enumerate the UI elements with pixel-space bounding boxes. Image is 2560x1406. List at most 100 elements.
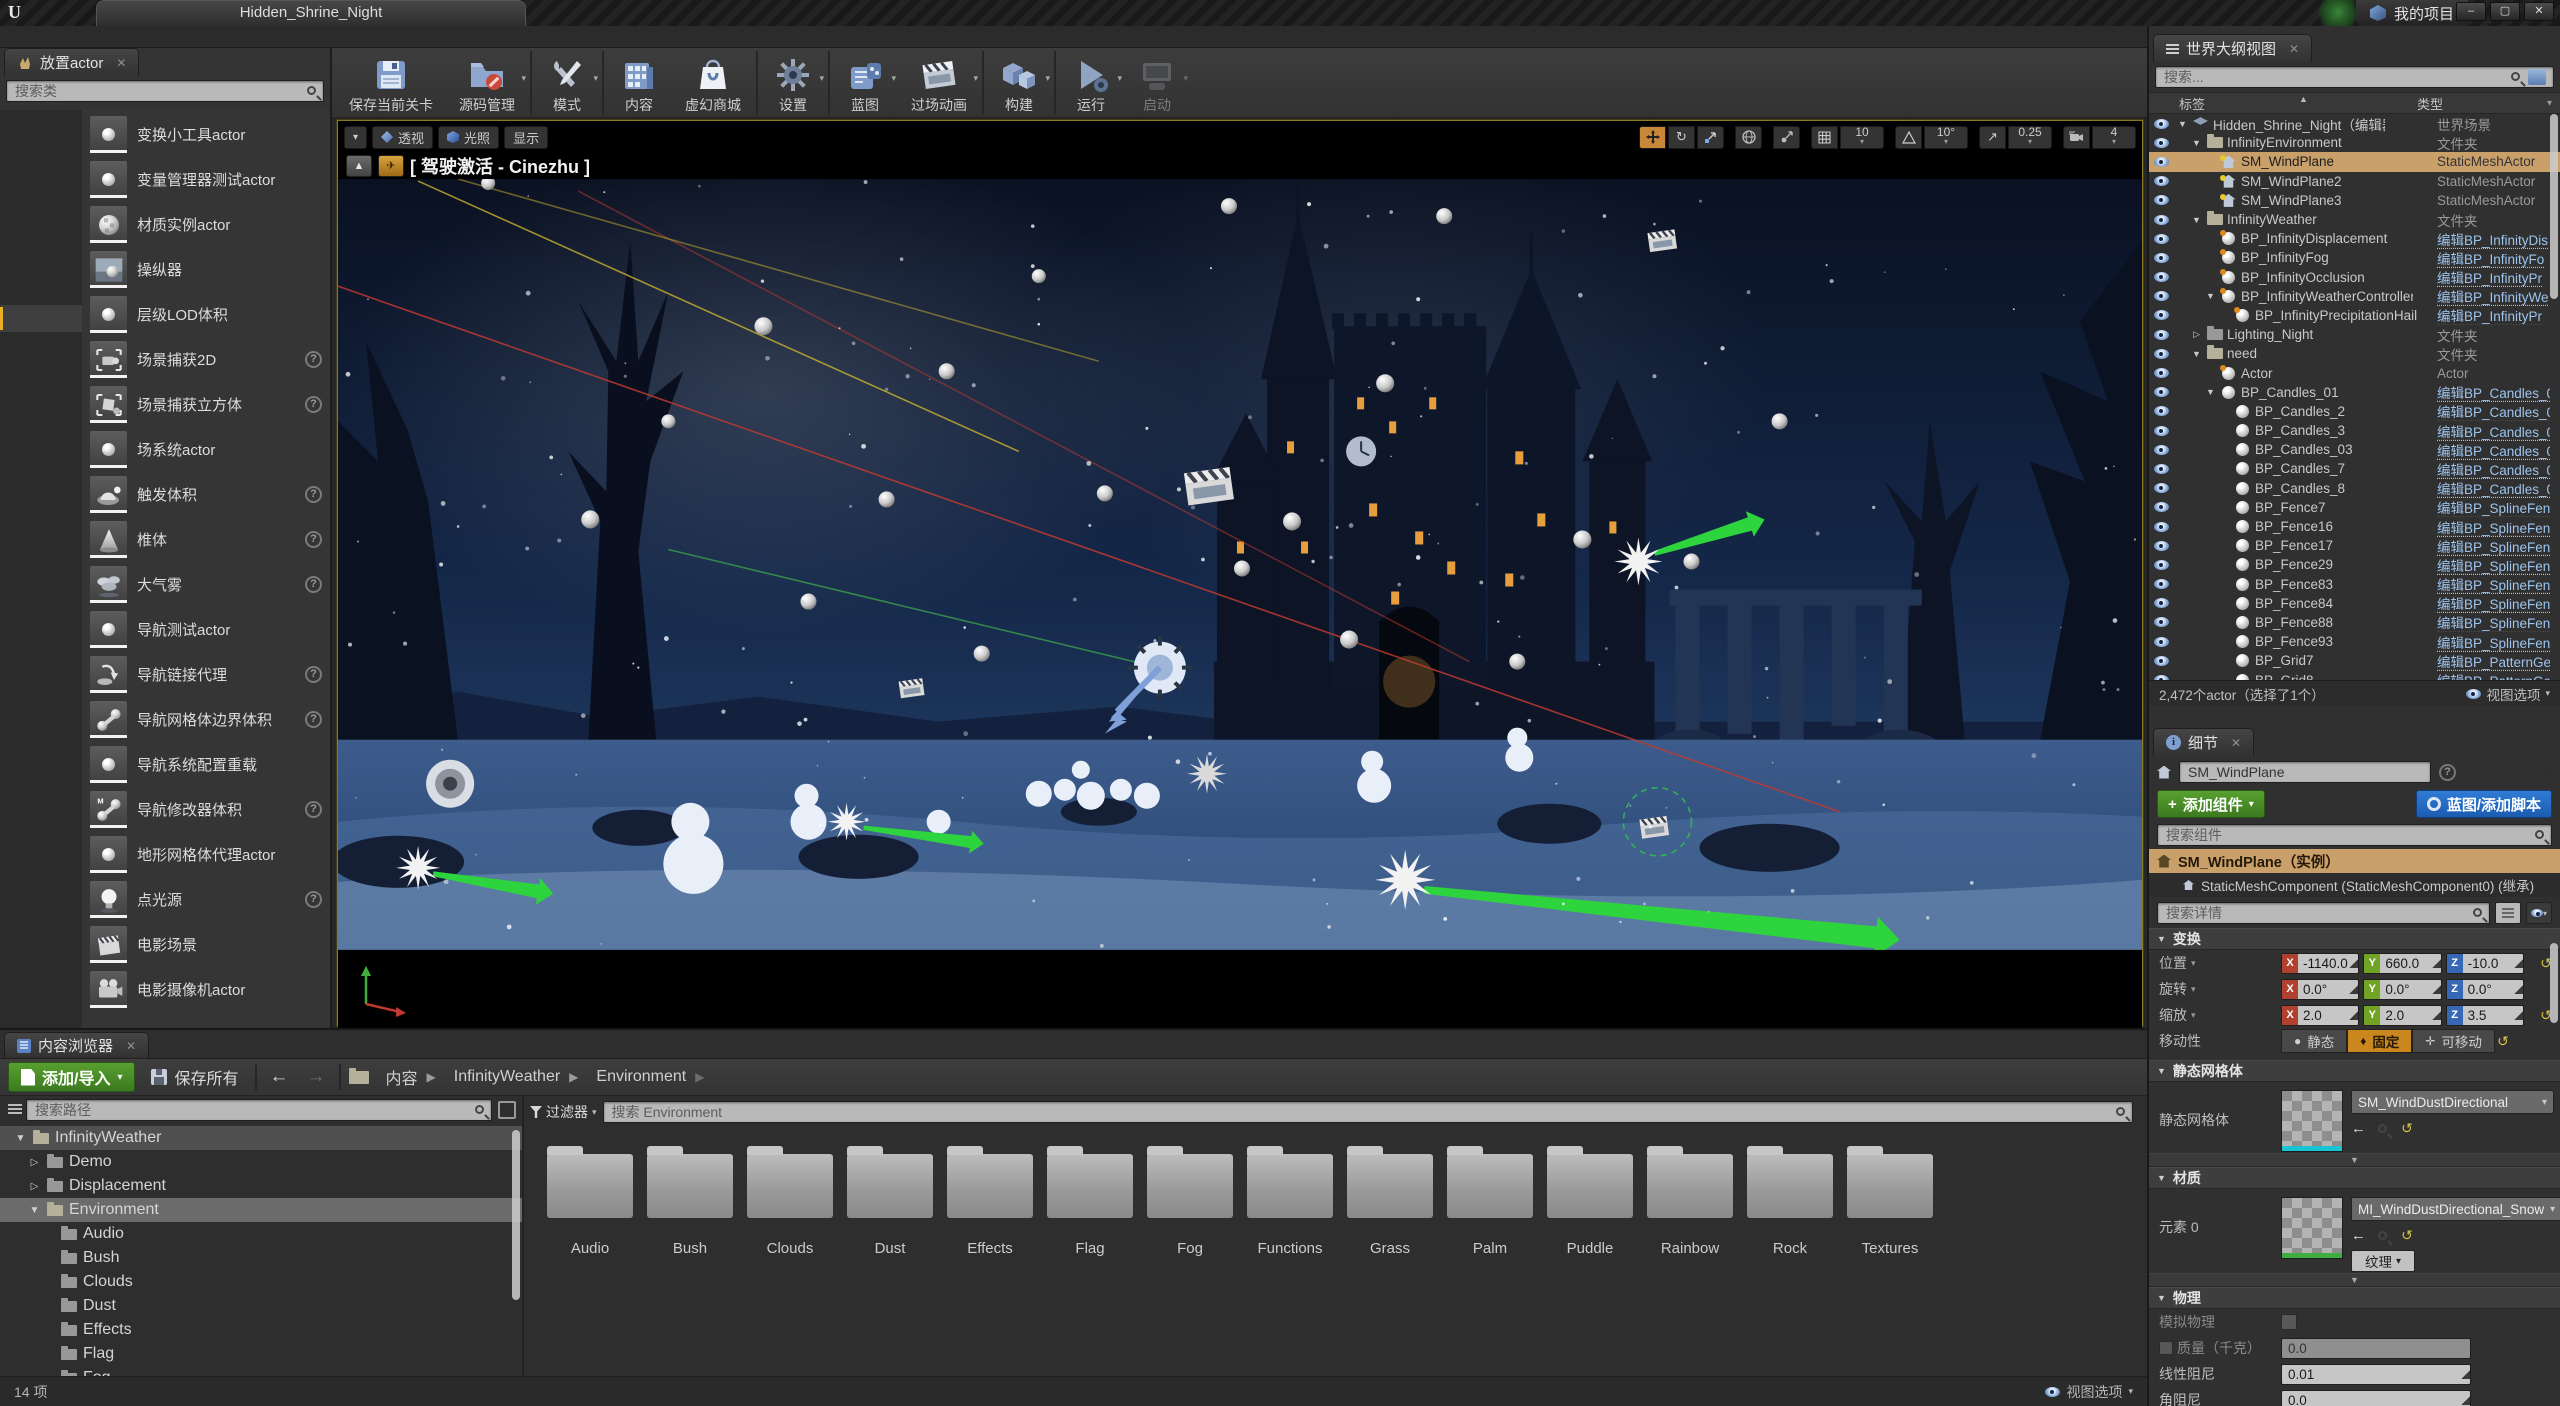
chevron-down-icon[interactable]: ▾	[1045, 73, 1050, 84]
place-actors-search-input[interactable]	[6, 80, 324, 102]
tree-folder-row[interactable]: ▷ Displacement	[0, 1174, 522, 1198]
outliner-column-header[interactable]: 标签 ▲ 类型 ▾	[2149, 92, 2560, 114]
y-value-field[interactable]: Y 660.0	[2363, 952, 2442, 974]
expander-icon[interactable]: ▼	[2191, 138, 2202, 148]
chevron-down-icon[interactable]: ▾	[1117, 73, 1122, 84]
outliner-row[interactable]: BP_InfinityPrecipitationHail 编辑BP_Infini…	[2149, 306, 2560, 325]
visibility-eye-icon[interactable]	[2154, 176, 2169, 187]
textures-button[interactable]: 纹理	[2351, 1250, 2415, 1272]
search-details-input[interactable]	[2157, 902, 2490, 924]
visibility-eye-icon[interactable]	[2154, 598, 2169, 609]
toolbar-button[interactable]: 内容 ▾	[602, 51, 672, 114]
outliner-row[interactable]: SM_WindPlane StaticMeshActor	[2149, 152, 2560, 172]
use-selected-icon[interactable]: ←	[2351, 1120, 2366, 1137]
breadcrumb-item[interactable]: Environment	[596, 1068, 686, 1086]
blueprint-add-script-button[interactable]: 蓝图/添加脚本	[2415, 790, 2552, 818]
folder-tile[interactable]: Palm	[1440, 1140, 1540, 1310]
filters-button[interactable]: 过滤器 ▾	[530, 1102, 597, 1122]
visibility-eye-icon[interactable]	[2154, 675, 2169, 680]
perspective-button[interactable]: 透视	[372, 125, 434, 149]
place-actor-item[interactable]: 层级LOD体积 ?	[82, 292, 330, 337]
scale-tool-button[interactable]	[1697, 125, 1724, 149]
scale-lock-icon[interactable]	[2527, 1006, 2541, 1019]
browse-icon[interactable]	[2378, 1124, 2387, 1133]
add-import-button[interactable]: 添加/导入 ▾	[8, 1062, 136, 1092]
toolbar-button[interactable]: 启动 ▾	[1124, 51, 1190, 114]
outliner-row[interactable]: BP_InfinityDisplacement 编辑BP_InfinityDis	[2149, 229, 2560, 248]
visibility-eye-icon[interactable]	[2154, 540, 2169, 551]
maximize-button[interactable]: ▢	[2490, 2, 2520, 21]
visibility-eye-icon[interactable]	[2154, 368, 2169, 379]
outliner-row[interactable]: BP_Fence93 编辑BP_SplineFen	[2149, 632, 2560, 651]
outliner-row[interactable]: BP_Fence17 编辑BP_SplineFen	[2149, 536, 2560, 555]
angular-damping-field[interactable]: 0.0	[2281, 1389, 2471, 1406]
outliner-row[interactable]: BP_Grid7 编辑BP_PatternGe	[2149, 651, 2560, 670]
outliner-row[interactable]: ▼ BP_Candles_01 编辑BP_Candles_0	[2149, 383, 2560, 402]
tree-folder-row[interactable]: Flag	[0, 1342, 522, 1366]
visibility-eye-icon[interactable]	[2154, 310, 2169, 321]
outliner-row[interactable]: BP_InfinityOcclusion 编辑BP_InfinityPr	[2149, 268, 2560, 287]
folder-tile[interactable]: Flag	[1040, 1140, 1140, 1310]
search-components-input[interactable]	[2157, 824, 2552, 846]
back-button[interactable]: ←	[265, 1066, 294, 1088]
outliner-row[interactable]: BP_Fence88 编辑BP_SplineFen	[2149, 613, 2560, 632]
place-actors-category[interactable]	[0, 224, 82, 251]
visibility-eye-icon[interactable]	[2154, 137, 2169, 148]
visibility-eye-icon[interactable]	[2154, 214, 2169, 225]
help-icon[interactable]: ?	[305, 711, 322, 728]
view-options-button[interactable]: 视图选项	[2066, 1382, 2122, 1402]
reset-icon[interactable]: ↺	[2399, 1227, 2415, 1244]
place-actor-item[interactable]: 场景捕获立方体 ?	[82, 382, 330, 427]
help-icon[interactable]: ?	[2439, 763, 2456, 781]
place-actor-item[interactable]: 导航网格体边界体积 ?	[82, 697, 330, 742]
visibility-eye-icon[interactable]	[2154, 252, 2169, 263]
expand-divider[interactable]: ▼	[2149, 1153, 2560, 1167]
place-actor-item[interactable]: 电影场景 ?	[82, 922, 330, 967]
actor-name-field[interactable]	[2179, 761, 2431, 783]
x-value-field[interactable]: X -1140.0	[2281, 952, 2360, 974]
folder-tile[interactable]: Rainbow	[1640, 1140, 1740, 1310]
place-actor-item[interactable]: 点光源 ?	[82, 877, 330, 922]
chevron-down-icon[interactable]: ▾	[819, 73, 824, 84]
folder-tile[interactable]: Puddle	[1540, 1140, 1640, 1310]
close-icon[interactable]: ✕	[2231, 736, 2241, 750]
component-row-staticmesh[interactable]: StaticMeshComponent (StaticMeshComponent…	[2149, 873, 2560, 897]
place-actor-item[interactable]: M 导航修改器体积 ?	[82, 787, 330, 832]
component-row-instance[interactable]: SM_WindPlane（实例）	[2149, 849, 2560, 873]
rotate-tool-button[interactable]: ↻	[1668, 125, 1695, 149]
chevron-down-icon[interactable]: ▾	[2547, 98, 2552, 109]
visibility-eye-icon[interactable]	[2154, 444, 2169, 455]
level-viewport[interactable]: ▾ 透视 光照 显示 ↻ 10 ▾ 10° ▾ ↗ 0.25 ▾ 4 ▾ ▲ ✈…	[336, 119, 2144, 1028]
section-transform[interactable]: ▼ 变换	[2149, 928, 2560, 950]
tree-folder-row[interactable]: Effects	[0, 1318, 522, 1342]
place-actor-item[interactable]: 变换小工具actor ?	[82, 112, 330, 157]
help-icon[interactable]: ?	[305, 666, 322, 683]
chevron-down-icon[interactable]: ▾	[891, 73, 896, 84]
linear-damping-field[interactable]: 0.01	[2281, 1363, 2471, 1385]
place-actor-item[interactable]: 操纵器 ?	[82, 247, 330, 292]
place-actor-item[interactable]: 地形网格体代理actor ?	[82, 832, 330, 877]
visibility-eye-icon[interactable]	[2154, 617, 2169, 628]
help-icon[interactable]: ?	[305, 351, 322, 368]
camera-speed-button[interactable]	[2063, 125, 2090, 149]
save-all-button[interactable]: 保存所有	[143, 1065, 246, 1089]
place-actor-item[interactable]: 场景捕获2D ?	[82, 337, 330, 382]
visibility-eye-icon[interactable]	[2154, 329, 2169, 340]
visibility-eye-icon[interactable]	[2154, 425, 2169, 436]
toolbar-button[interactable]: 源码管理 ▾	[446, 51, 528, 114]
help-icon[interactable]: ?	[305, 486, 322, 503]
chevron-down-icon[interactable]: ▾	[521, 73, 526, 84]
expander-icon[interactable]: ▼	[2205, 291, 2216, 301]
y-value-field[interactable]: Y 2.0	[2363, 1004, 2442, 1026]
folder-tile[interactable]: Bush	[640, 1140, 740, 1310]
details-scrollbar[interactable]	[2550, 943, 2558, 1023]
folder-tile[interactable]: Textures	[1840, 1140, 1940, 1310]
content-browser-tab[interactable]: 内容浏览器 ✕	[4, 1032, 150, 1058]
simulate-physics-checkbox[interactable]	[2281, 1314, 2297, 1330]
help-icon[interactable]: ?	[305, 891, 322, 908]
place-actor-item[interactable]: 导航系统配置重载 ?	[82, 742, 330, 787]
viewport-options-button[interactable]: ▾	[344, 125, 368, 149]
place-actor-item[interactable]: 大气雾 ?	[82, 562, 330, 607]
surface-snap-button[interactable]	[1773, 125, 1800, 149]
scale-snap-toggle-button[interactable]: ↗	[1979, 125, 2006, 149]
